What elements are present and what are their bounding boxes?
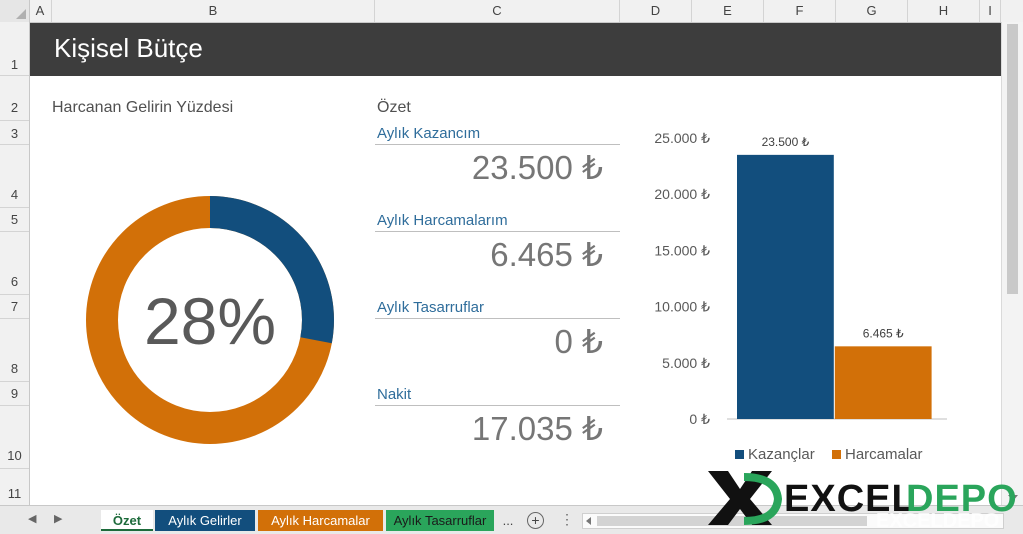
row-header-8[interactable]: 8 [0,319,29,382]
legend-swatch [735,450,744,459]
chart-legend: Kazançlar Harcamalar [735,446,923,463]
column-header-bar: A B C D E F G H I [0,0,1023,23]
summary-heading: Özet [377,99,411,116]
donut-label: Harcanan Gelirin Yüzdesi [52,99,234,116]
more-sheets-button[interactable]: ... [498,510,518,531]
column-header-c[interactable]: C [375,0,620,22]
row-header-11[interactable]: 11 [0,469,29,505]
column-header-e[interactable]: E [692,0,764,22]
legend-label: Harcamalar [845,446,923,463]
y-tick-label: 25.000 ₺ [654,130,710,146]
row-header-bar: 1 2 3 4 5 6 7 8 9 10 11 [0,22,30,505]
kpi-divider [375,231,620,232]
select-all-button[interactable] [0,0,30,22]
bar-harcamalar[interactable] [834,346,932,419]
column-header-g[interactable]: G [836,0,908,22]
tab-scroll-right-icon[interactable]: ▶ [54,512,62,525]
kpi-earnings-value: 23.500 ₺ [471,149,603,186]
svg-text:EXCELDEPO: EXCELDEPO [876,510,999,527]
add-sheet-icon[interactable]: + [527,512,544,529]
bar-value-label: 6.465 ₺ [863,326,904,340]
row-header-10[interactable]: 10 [0,406,29,469]
kpi-cash-label: Nakit [377,386,412,403]
sheet-tab-aylik-tasarruflar[interactable]: Aylık Tasarruflar [386,510,494,531]
kpi-expenses-label: Aylık Harcamalarım [377,212,508,229]
row-header-2[interactable]: 2 [0,76,29,121]
column-header-a[interactable]: A [29,0,52,22]
kpi-cash-value: 17.035 ₺ [471,410,603,447]
legend-label: Kazançlar [748,446,815,463]
column-header-b[interactable]: B [52,0,375,22]
options-icon[interactable]: ⋮ [560,511,574,528]
row-header-5[interactable]: 5 [0,208,29,232]
row-header-1[interactable]: 1 [0,22,29,76]
kpi-divider [375,144,620,145]
bar-kazançlar[interactable] [737,154,834,420]
title-banner: Kişisel Bütçe [30,23,1001,76]
y-tick-label: 15.000 ₺ [654,242,710,258]
exceldepo-watermark: EXCEL DEPO EXCELDEPO [706,467,1017,532]
bar-value-label: 23.500 ₺ [762,135,810,149]
tab-scroll-left-icon[interactable]: ◀ [28,512,36,525]
row-header-4[interactable]: 4 [0,145,29,208]
y-tick-label: 0 ₺ [689,411,710,427]
bars-group: 23.500 ₺ 6.465 ₺ [737,135,932,420]
column-header-h[interactable]: H [908,0,980,22]
legend-swatch [832,450,841,459]
kpi-expenses-value: 6.465 ₺ [490,236,603,273]
vertical-scrollbar[interactable] [1001,22,1023,505]
column-header-f[interactable]: F [764,0,836,22]
kpi-divider [375,318,620,319]
y-tick-label: 5.000 ₺ [662,355,710,371]
kpi-savings-label: Aylık Tasarruflar [377,299,484,316]
row-header-6[interactable]: 6 [0,232,29,295]
scrollbar-thumb[interactable] [1007,24,1018,294]
row-header-3[interactable]: 3 [0,121,29,145]
sheet-tab-aylik-harcamalar[interactable]: Aylık Harcamalar [258,510,383,531]
bar-chart[interactable]: 0 ₺ 5.000 ₺ 10.000 ₺ 15.000 ₺ 20.000 ₺ 25.000… [640,126,960,471]
kpi-savings-value: 0 ₺ [554,323,603,360]
column-header-d[interactable]: D [620,0,692,22]
page-title: Kişisel Bütçe [54,33,203,63]
kpi-earnings-label: Aylık Kazancım [377,125,481,142]
exceldepo-logo: EXCEL DEPO EXCELDEPO [708,471,1017,532]
donut-chart[interactable]: 28% [83,193,337,447]
row-header-7[interactable]: 7 [0,295,29,319]
row-header-9[interactable]: 9 [0,382,29,406]
scroll-left-icon[interactable] [586,517,591,525]
y-axis: 0 ₺ 5.000 ₺ 10.000 ₺ 15.000 ₺ 20.000 ₺ 25.000… [654,130,710,427]
kpi-divider [375,405,620,406]
sheet-tab-aylik-gelirler[interactable]: Aylık Gelirler [155,510,255,531]
column-header-i[interactable]: I [980,0,1001,22]
y-tick-label: 10.000 ₺ [654,299,710,315]
sheet-tab-ozet[interactable]: Özet [101,510,153,531]
donut-percent: 28% [144,284,276,358]
y-tick-label: 20.000 ₺ [654,186,710,202]
